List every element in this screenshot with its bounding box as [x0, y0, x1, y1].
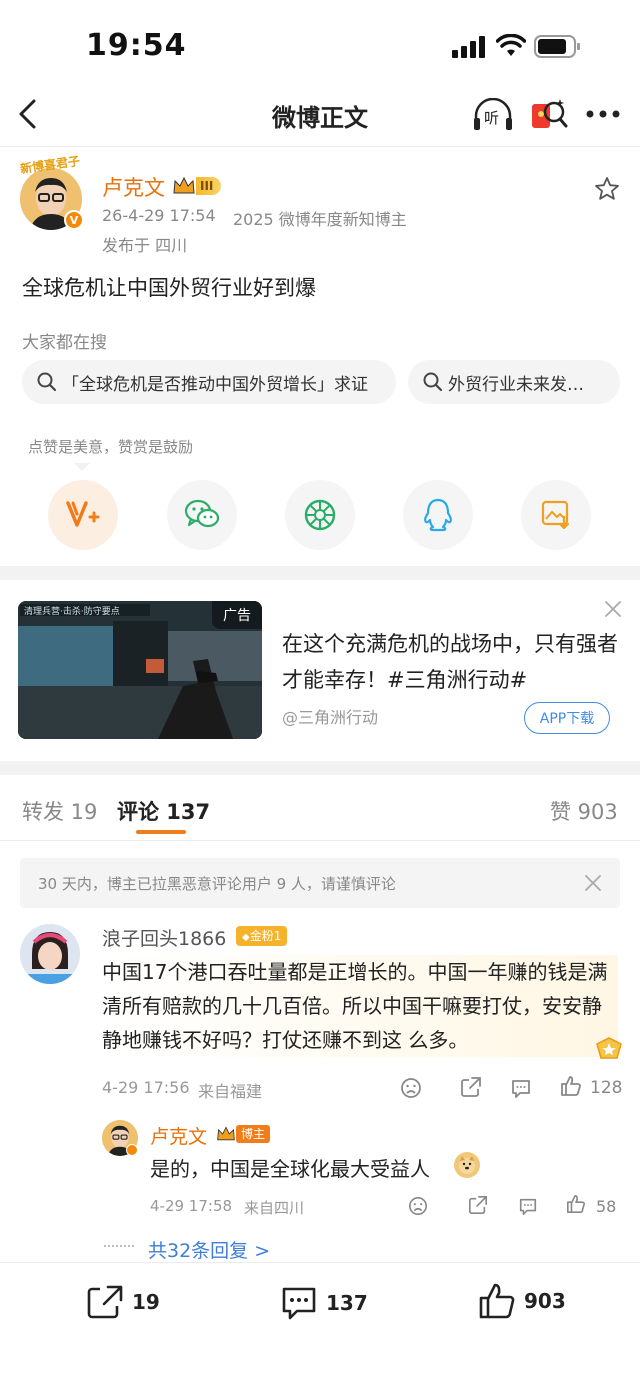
moments-icon	[304, 499, 336, 531]
verified-v-icon: V	[64, 210, 84, 230]
wechat-icon	[184, 499, 220, 528]
fan-badge: ◆金粉1	[236, 926, 288, 946]
hint-arrow	[74, 463, 90, 471]
app-download-button[interactable]: APP下载	[524, 702, 610, 734]
post-location: 发布于 四川	[102, 236, 188, 255]
more-icon[interactable]	[586, 110, 620, 118]
ad-text[interactable]: 在这个充满危机的战场中，只有强者才能幸存！#三角洲行动#	[282, 626, 622, 698]
ad-image[interactable]: 清理兵营·击杀·防守要点 广告	[18, 601, 262, 739]
share-icon[interactable]	[460, 1076, 482, 1098]
ad-source[interactable]: @三角洲行动	[282, 704, 378, 728]
wifi-icon	[496, 34, 526, 58]
reward-button[interactable]	[48, 480, 118, 550]
bottom-repost-button[interactable]: 19	[86, 1284, 160, 1320]
reply-author-name[interactable]: 卢克文	[150, 1122, 207, 1149]
listen-icon[interactable]: 听	[472, 98, 514, 132]
more-replies-link[interactable]: 共32条回复 >	[148, 1236, 270, 1263]
block-notice: 30 天内，博主已拉黑恶意评论用户 9 人，请谨慎评论	[20, 858, 620, 908]
tab-comment[interactable]: 评论 137	[117, 796, 210, 826]
save-image-button[interactable]	[521, 480, 591, 550]
comment-like-count: 128	[590, 1078, 623, 1098]
nav-divider	[0, 146, 640, 147]
search-icon	[423, 372, 443, 392]
hot-search-label: 大家都在搜	[22, 333, 107, 353]
share-moments-button[interactable]	[285, 480, 355, 550]
signal-icon	[452, 36, 486, 58]
tab-like[interactable]: 赞 903	[550, 796, 618, 826]
commenter-name[interactable]: 浪子回头1866	[102, 924, 226, 951]
repost-icon	[87, 1285, 123, 1319]
comment-time: 4-29 17:56	[102, 1078, 190, 1097]
battery-icon	[534, 35, 582, 59]
commenter-avatar[interactable]	[20, 924, 80, 984]
hot-search-pill[interactable]: 外贸行业未来发…	[408, 360, 620, 404]
share-wechat-button[interactable]	[167, 480, 237, 550]
comment-icon	[282, 1287, 316, 1320]
ad-badge: 广告	[212, 601, 262, 629]
section-gap	[0, 566, 640, 580]
doge-emoji-icon	[454, 1152, 480, 1178]
ad-close-icon[interactable]	[604, 600, 622, 618]
reply-time: 4-29 17:58	[150, 1197, 233, 1215]
dislike-icon[interactable]	[400, 1077, 422, 1099]
reward-v-icon	[66, 501, 100, 527]
search-icon	[37, 372, 57, 392]
red-packet-search-icon[interactable]	[530, 96, 568, 134]
reply-reply-icon[interactable]	[518, 1196, 538, 1216]
tab-indicator	[136, 830, 186, 834]
more-replies-dots	[104, 1245, 134, 1247]
bottom-like-button[interactable]: 903	[478, 1282, 566, 1320]
reply-icon[interactable]	[510, 1077, 532, 1099]
save-image-icon	[541, 500, 570, 530]
author-name[interactable]: 卢克文	[102, 172, 165, 202]
reward-hint: 点赞是美意，赞赏是鼓励	[22, 434, 200, 459]
tab-divider	[0, 840, 640, 841]
sparkle-badge-icon	[592, 1034, 626, 1062]
tab-repost[interactable]: 转发 19	[22, 796, 97, 826]
hot-search-pill[interactable]: 「全球危机是否推动中国外贸增长」求证	[22, 360, 396, 404]
status-time: 19:54	[86, 28, 187, 63]
reply-verified-icon	[126, 1144, 138, 1156]
reply-crown-icon	[216, 1124, 236, 1144]
author-honor[interactable]: 2025 微博年度新知博主	[233, 206, 407, 230]
qq-icon	[424, 498, 452, 532]
reply-from: 来自四川	[244, 1199, 305, 1217]
reply-like-icon[interactable]	[566, 1194, 586, 1214]
reply-text: 是的，中国是全球化最大受益人	[150, 1157, 430, 1181]
reply-dislike-icon[interactable]	[408, 1196, 428, 1216]
comment-text: 中国17个港口吞吐量都是正增长的。中国一年赚的钱是满清所有赔款的几十几百倍。所以…	[102, 955, 618, 1057]
reply-like-count: 58	[596, 1197, 617, 1216]
notice-close-icon[interactable]	[584, 874, 602, 892]
share-qq-button[interactable]	[403, 480, 473, 550]
section-gap	[0, 761, 640, 775]
like-icon[interactable]	[560, 1075, 582, 1097]
vip-level-badge: III	[172, 175, 222, 197]
author-badge: 博主	[236, 1125, 271, 1143]
post-text: 全球危机让中国外贸行业好到爆	[22, 276, 316, 300]
thumbs-up-icon	[479, 1283, 515, 1319]
bottom-comment-button[interactable]: 137	[280, 1284, 368, 1322]
reply-share-icon[interactable]	[468, 1195, 488, 1215]
favorite-star-icon[interactable]	[594, 176, 620, 202]
post-date: 26-4-29 17:54	[102, 206, 216, 225]
comment-from: 来自福建	[198, 1082, 263, 1101]
